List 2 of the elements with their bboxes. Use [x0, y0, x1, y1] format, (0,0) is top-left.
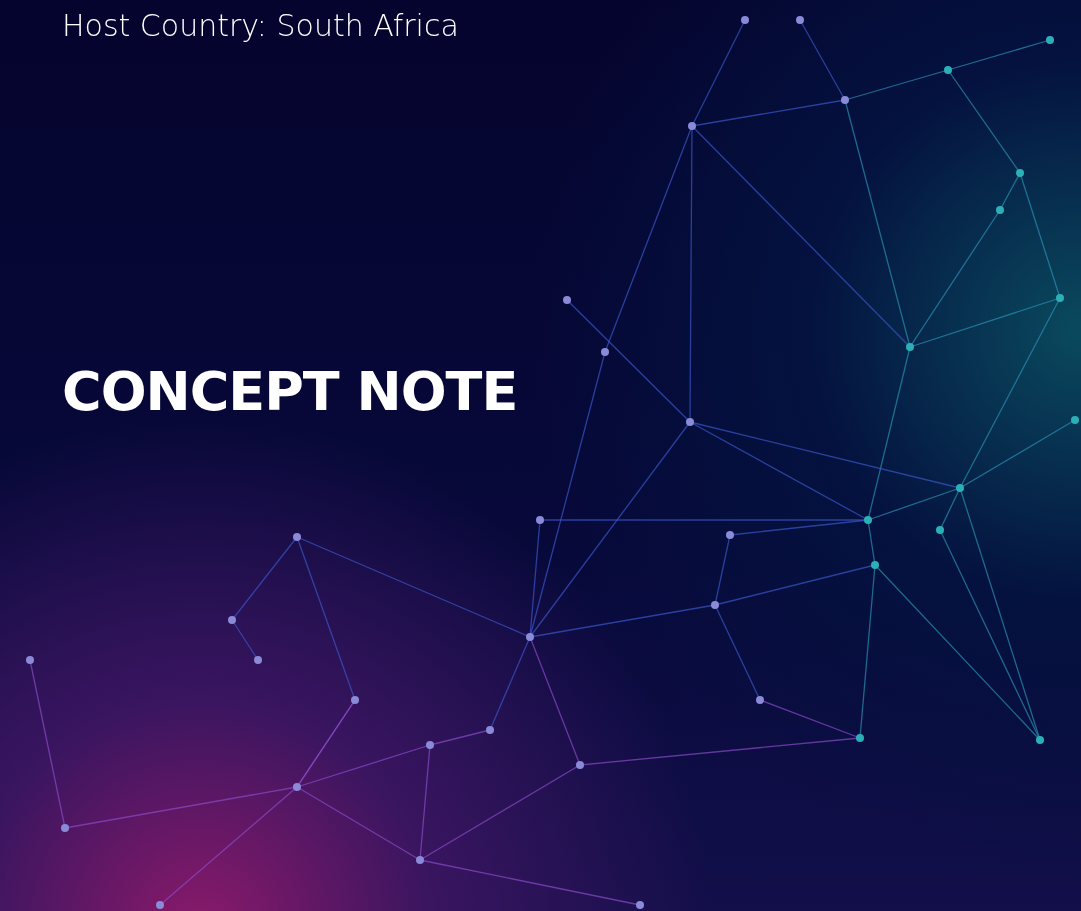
page-title: CONCEPT NOTE — [62, 360, 519, 424]
host-country-text: Host Country: South Africa — [62, 7, 460, 45]
